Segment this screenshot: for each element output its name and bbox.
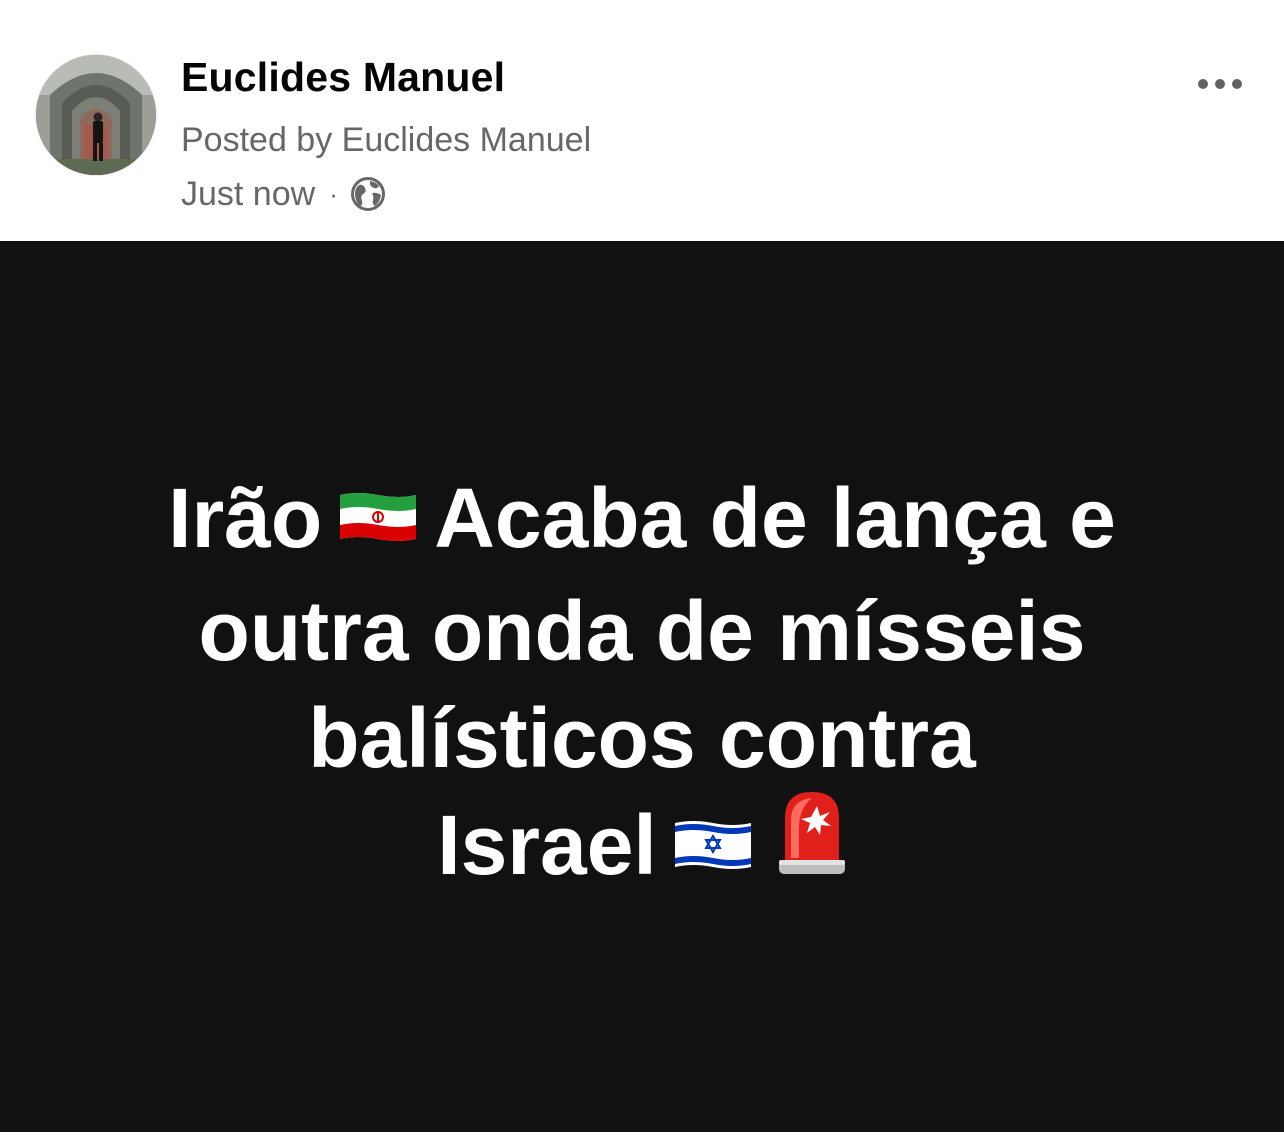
avatar-photo xyxy=(36,55,156,175)
post-header: Euclides Manuel Posted by Euclides Manue… xyxy=(0,0,1284,241)
text-segment: Israel xyxy=(437,798,657,893)
more-options-icon xyxy=(1232,79,1242,89)
more-options-button[interactable] xyxy=(1188,62,1252,106)
iran-flag-icon xyxy=(336,463,420,570)
text-line-1: Irão Acaba de lança e xyxy=(0,465,1284,578)
post-meta: Just now · xyxy=(181,174,386,214)
text-line-3: balísticos contra xyxy=(308,691,976,786)
posted-by-label: Posted by Euclides Manuel xyxy=(181,121,592,159)
more-options-icon xyxy=(1215,79,1225,89)
avatar[interactable] xyxy=(36,55,156,175)
post-image-text: Irão Acaba de lança e outra onda de míss… xyxy=(0,465,1284,909)
text-line-4: Israel xyxy=(0,791,1284,908)
text-line-2: outra onda de mísseis xyxy=(198,584,1086,679)
more-options-icon xyxy=(1198,79,1208,89)
globe-icon[interactable] xyxy=(350,176,386,212)
text-segment: Acaba de lança e xyxy=(434,471,1116,565)
israel-flag-icon xyxy=(671,791,755,898)
text-segment: Irão xyxy=(168,471,323,565)
separator-dot: · xyxy=(329,179,338,209)
author-name[interactable]: Euclides Manuel xyxy=(181,54,505,101)
timestamp[interactable]: Just now xyxy=(181,175,315,214)
post-image[interactable]: Irão Acaba de lança e outra onda de míss… xyxy=(0,241,1284,1132)
police-siren-icon xyxy=(777,788,847,901)
post-footer-edge xyxy=(0,1132,1284,1146)
